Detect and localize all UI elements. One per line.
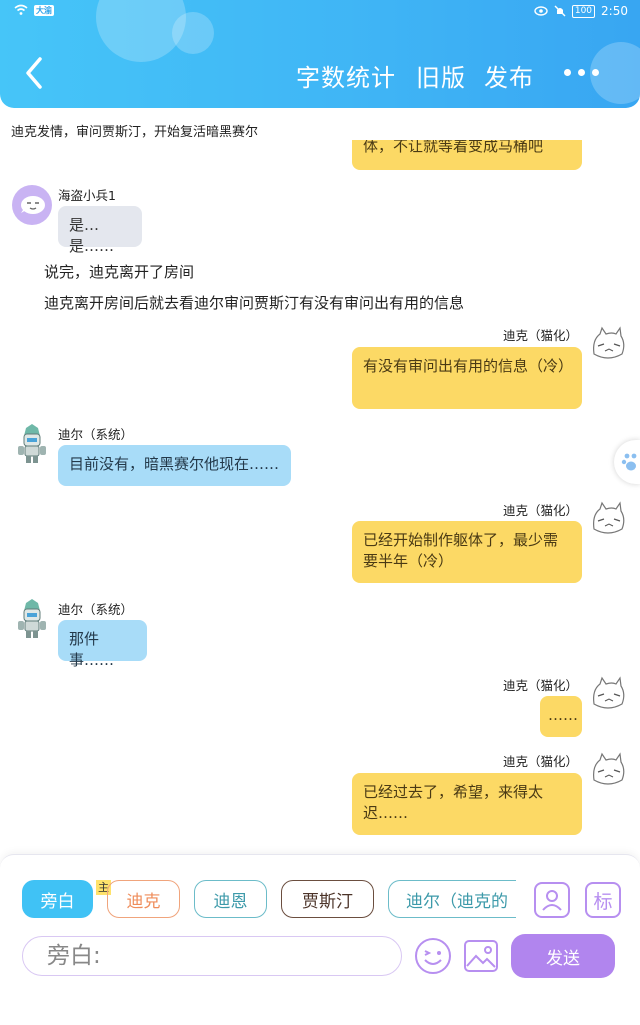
battery-indicator: 100 xyxy=(571,4,596,18)
role-chip-dick[interactable]: 迪克 xyxy=(107,880,180,918)
message-text: 体，不让就等着变成马桶吧 xyxy=(352,140,582,170)
paw-icon xyxy=(621,453,637,471)
message-bubble-clipped: 体，不让就等着变成马桶吧 xyxy=(352,140,582,170)
old-version-button[interactable]: 旧版 xyxy=(416,58,466,93)
narration-text[interactable]: 迪克离开房间后就去看迪尔审问贾斯汀有没有审问出有用的信息 xyxy=(44,292,464,313)
more-menu-button[interactable] xyxy=(563,60,601,84)
back-button[interactable] xyxy=(20,54,50,94)
message-bubble[interactable]: 那件事…… xyxy=(58,620,147,669)
role-chip-narrator[interactable]: 旁白 xyxy=(22,880,93,918)
chevron-left-icon xyxy=(26,57,42,89)
tag-button[interactable]: 标 xyxy=(585,882,621,918)
sender-name: 迪克（猫化） xyxy=(502,678,578,693)
message-input[interactable]: 旁白: xyxy=(22,936,402,976)
chapter-title: 迪克发情，审问贾斯汀，开始复活暗黑赛尔 xyxy=(11,125,259,140)
cat-dick-avatar xyxy=(593,501,625,534)
message-bubble[interactable]: …… xyxy=(540,696,582,737)
wifi-icon xyxy=(14,4,28,15)
message-bubble[interactable]: 已经过去了，希望，来得太迟…… xyxy=(352,773,582,835)
floating-assistant-tab[interactable] xyxy=(614,440,640,484)
cat-dick-avatar xyxy=(593,326,625,359)
character-manage-button[interactable] xyxy=(534,882,570,918)
dier-robot-avatar xyxy=(18,424,46,463)
carrier-badge: 大渝 xyxy=(34,4,54,16)
emoji-button[interactable] xyxy=(414,937,452,975)
send-button[interactable]: 发送 xyxy=(511,934,615,978)
role-chip-dien[interactable]: 迪恩 xyxy=(194,880,267,918)
message-bubble[interactable]: 是…是…… xyxy=(58,206,142,255)
sender-name: 迪尔（系统） xyxy=(58,602,134,617)
message-bubble[interactable]: 已经开始制作躯体了，最少需要半年（冷） xyxy=(352,521,582,583)
eye-icon xyxy=(534,6,548,16)
role-chip-justin[interactable]: 贾斯汀 xyxy=(281,880,374,918)
cat-dick-avatar xyxy=(593,676,625,709)
role-chip-dier[interactable]: 迪尔（迪克的 xyxy=(388,880,516,918)
pirate-soldier-avatar xyxy=(12,185,52,225)
sender-name: 迪克（猫化） xyxy=(502,328,578,343)
sender-name: 海盗小兵1 xyxy=(58,188,116,203)
sender-name: 迪克（猫化） xyxy=(502,503,578,518)
cat-dick-avatar xyxy=(593,752,625,785)
sender-name: 迪尔（系统） xyxy=(58,427,134,442)
clock: 2:50 xyxy=(601,4,628,18)
word-count-button[interactable]: 字数统计 xyxy=(296,58,396,93)
user-portrait-icon xyxy=(542,890,562,911)
message-bubble[interactable]: 有没有审问出有用的信息（冷） xyxy=(352,347,582,409)
mute-bell-icon xyxy=(554,5,566,17)
sender-name: 迪克（猫化） xyxy=(502,754,578,769)
publish-button[interactable]: 发布 xyxy=(484,58,534,93)
message-bubble[interactable]: 目前没有，暗黑赛尔他现在…… xyxy=(58,445,291,486)
top-bar: 大渝 100 2:50 字数统计 旧版 发布 xyxy=(0,0,640,108)
image-upload-button[interactable] xyxy=(463,938,499,974)
narration-text[interactable]: 说完，迪克离开了房间 xyxy=(44,261,194,282)
dier-robot-avatar xyxy=(18,599,46,638)
status-bar: 大渝 100 2:50 xyxy=(14,4,628,22)
